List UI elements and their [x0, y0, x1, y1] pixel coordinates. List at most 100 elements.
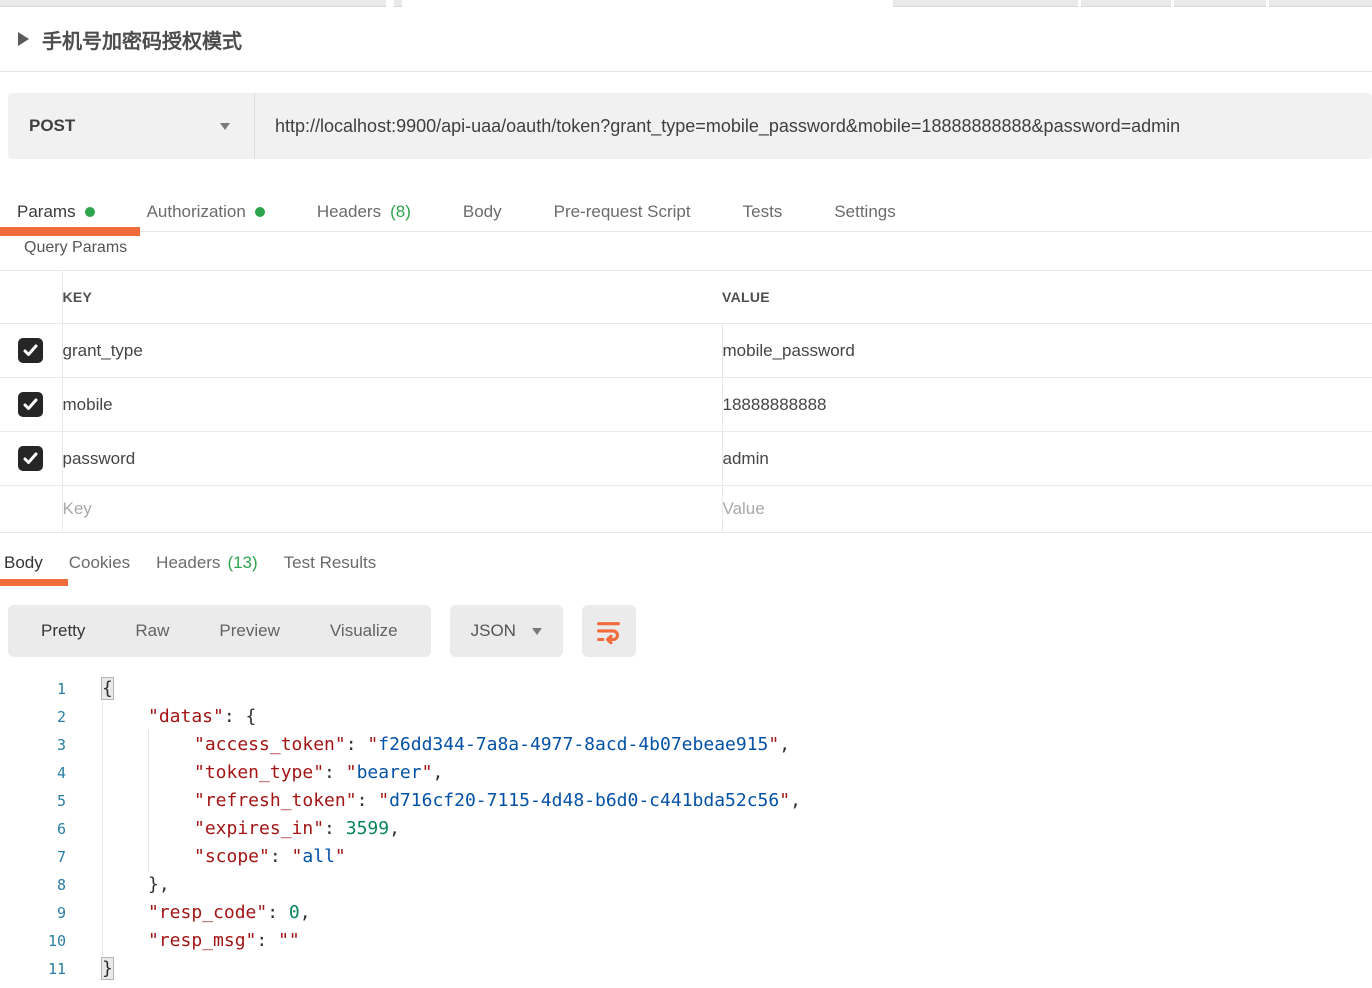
code-token: :: [324, 762, 346, 783]
code-line: 1{: [0, 675, 1372, 703]
code-token: {: [102, 678, 113, 699]
green-dot-icon: [85, 207, 95, 217]
wrap-text-icon: [595, 618, 622, 645]
param-value-cell[interactable]: 18888888888: [722, 378, 1372, 432]
code-token: ": [292, 846, 303, 867]
indent-guide: [102, 842, 103, 872]
tab-label: Authorization: [147, 202, 246, 222]
method-label: POST: [29, 116, 75, 136]
method-dropdown[interactable]: POST: [8, 93, 255, 159]
param-key-cell[interactable]: password: [62, 432, 722, 486]
format-label: JSON: [471, 621, 516, 641]
tab-remnant: [1174, 0, 1266, 7]
indent-guide: [148, 842, 149, 872]
table-header-row: KEY VALUE: [0, 271, 1372, 324]
tab-response-body[interactable]: Body: [4, 553, 43, 573]
checkmark-icon: [23, 398, 38, 411]
code-token: "scope": [194, 846, 270, 867]
tab-remnant: [893, 0, 1078, 7]
line-number: 5: [0, 787, 66, 815]
line-number: 4: [0, 759, 66, 787]
code-line: 5"refresh_token": "d716cf20-7115-4d48-b6…: [0, 787, 1372, 815]
code-token: ,: [779, 734, 790, 755]
code-token: ": [768, 734, 779, 755]
tab-response-headers[interactable]: Headers (13): [156, 553, 258, 573]
code-token: :: [267, 902, 289, 923]
tab-remnant: [394, 0, 402, 7]
code-line-content: }: [102, 955, 113, 983]
code-token: ": [378, 790, 389, 811]
view-visualize-button[interactable]: Visualize: [305, 621, 423, 641]
row-checkbox[interactable]: [18, 338, 43, 363]
param-value-cell[interactable]: mobile_password: [722, 324, 1372, 378]
code-line: 6"expires_in": 3599,: [0, 815, 1372, 843]
table-placeholder-row: Key Value: [0, 486, 1372, 533]
tab-pre-request-script[interactable]: Pre-request Script: [554, 202, 691, 222]
active-tab-indicator: [0, 227, 140, 236]
param-value-cell[interactable]: admin: [722, 432, 1372, 486]
code-line: 10"resp_msg": "": [0, 927, 1372, 955]
code-token: ,: [300, 902, 311, 923]
tab-label: Cookies: [69, 553, 130, 573]
tab-strip-remnant: [0, 0, 1372, 7]
response-code[interactable]: 1{2"datas": {3"access_token": "f26dd344-…: [0, 675, 1372, 983]
tab-label: Pre-request Script: [554, 202, 691, 222]
line-number: 2: [0, 703, 66, 731]
line-number: 8: [0, 871, 66, 899]
tab-label: Body: [463, 202, 502, 222]
chevron-down-icon: [532, 628, 542, 635]
code-token: {: [246, 706, 257, 727]
value-placeholder-input[interactable]: Value: [722, 486, 1372, 533]
green-dot-icon: [255, 207, 265, 217]
row-checkbox[interactable]: [18, 392, 43, 417]
code-line: 7"scope": "all": [0, 843, 1372, 871]
tab-headers[interactable]: Headers (8): [317, 202, 411, 222]
tab-cookies[interactable]: Cookies: [69, 553, 130, 573]
indent-guide: [102, 730, 103, 760]
active-tab-indicator: [0, 579, 68, 586]
code-token: :: [270, 846, 292, 867]
code-token: 3599: [346, 818, 389, 839]
tab-label: Headers: [156, 553, 220, 573]
tab-params[interactable]: Params: [17, 202, 95, 222]
tab-label: Headers: [317, 202, 381, 222]
indent-guide: [102, 898, 103, 928]
code-token: "access_token": [194, 734, 346, 755]
code-token: },: [148, 874, 170, 895]
code-line-content: {: [102, 675, 113, 703]
code-token: "refresh_token": [194, 790, 357, 811]
tab-settings[interactable]: Settings: [834, 202, 895, 222]
row-checkbox[interactable]: [18, 446, 43, 471]
key-placeholder-input[interactable]: Key: [62, 486, 722, 533]
tab-tests[interactable]: Tests: [743, 202, 783, 222]
view-preview-button[interactable]: Preview: [194, 621, 304, 641]
view-switcher: Pretty Raw Preview Visualize: [8, 605, 431, 657]
code-token: :: [224, 706, 246, 727]
tab-count: (8): [390, 202, 411, 222]
request-tabs: Params Authorization Headers (8) Body Pr…: [0, 193, 1372, 232]
format-dropdown[interactable]: JSON: [450, 605, 563, 657]
triangle-right-icon[interactable]: [18, 32, 29, 46]
code-line-content: "resp_msg": "": [102, 927, 300, 955]
tab-body[interactable]: Body: [463, 202, 502, 222]
url-input[interactable]: http://localhost:9900/api-uaa/oauth/toke…: [255, 93, 1372, 159]
checkmark-icon: [23, 344, 38, 357]
param-key-cell[interactable]: mobile: [62, 378, 722, 432]
param-key-cell[interactable]: grant_type: [62, 324, 722, 378]
code-token: "resp_code": [148, 902, 267, 923]
indent-guide: [148, 786, 149, 816]
code-token: }: [102, 958, 113, 979]
wrap-text-button[interactable]: [582, 605, 636, 657]
url-text: http://localhost:9900/api-uaa/oauth/toke…: [275, 116, 1180, 137]
code-token: 0: [289, 902, 300, 923]
code-token: "expires_in": [194, 818, 324, 839]
line-number: 11: [0, 955, 66, 983]
tab-test-results[interactable]: Test Results: [284, 553, 377, 573]
code-token: "token_type": [194, 762, 324, 783]
view-pretty-button[interactable]: Pretty: [16, 621, 110, 641]
query-params-label: Query Params: [24, 232, 1372, 260]
view-raw-button[interactable]: Raw: [110, 621, 194, 641]
line-number: 6: [0, 815, 66, 843]
indent-guide: [102, 758, 103, 788]
tab-authorization[interactable]: Authorization: [147, 202, 265, 222]
